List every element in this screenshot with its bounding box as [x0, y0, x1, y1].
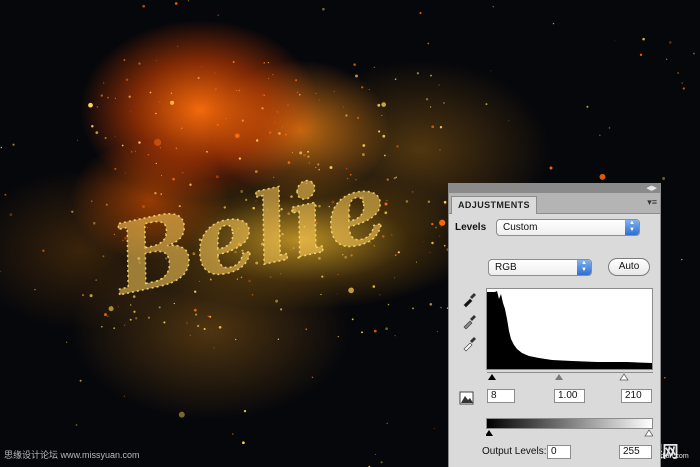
tab-adjustments[interactable]: ADJUSTMENTS: [451, 196, 537, 214]
panel-menu-icon[interactable]: ▾≡: [647, 197, 657, 207]
white-output-handle[interactable]: [644, 429, 653, 437]
input-levels-slider[interactable]: [487, 372, 653, 382]
levels-label: Levels: [455, 222, 487, 233]
collapse-icon[interactable]: ◀▶: [646, 185, 657, 192]
channel-select[interactable]: RGB ▲ ▼: [488, 259, 592, 276]
output-white-field[interactable]: 255: [619, 445, 652, 459]
input-white-field[interactable]: 210: [621, 389, 652, 403]
output-levels-slider[interactable]: [486, 429, 653, 438]
black-point-eyedropper-icon[interactable]: [461, 292, 477, 308]
input-gamma-field[interactable]: 1.00: [554, 389, 585, 403]
adjustments-panel: ◀▶ ADJUSTMENTS ▾≡ Levels Custom ▲ ▼ RGB ▲…: [448, 183, 661, 467]
select-arrows-icon: ▲ ▼: [625, 220, 639, 235]
output-black-field[interactable]: 0: [547, 445, 571, 459]
white-input-handle[interactable]: [619, 373, 629, 381]
preset-select-value: Custom: [503, 222, 538, 233]
preset-select[interactable]: Custom ▲ ▼: [496, 219, 640, 236]
select-arrows-icon: ▲ ▼: [577, 260, 591, 275]
panel-title-strip[interactable]: ◀▶: [449, 184, 660, 193]
input-black-field[interactable]: 8: [487, 389, 515, 403]
histogram: [486, 288, 653, 370]
panel-tabbar: ADJUSTMENTS ▾≡: [449, 193, 660, 214]
gray-point-eyedropper-icon[interactable]: [461, 314, 477, 330]
black-output-handle[interactable]: [486, 430, 493, 436]
clip-layer-icon[interactable]: [459, 390, 475, 406]
histogram-graph: [487, 291, 652, 369]
white-point-eyedropper-icon[interactable]: [461, 336, 477, 352]
auto-button[interactable]: Auto: [608, 258, 650, 276]
output-levels-label: Output Levels:: [482, 446, 547, 457]
channel-select-value: RGB: [495, 262, 517, 273]
watermark-left: 思缘设计论坛 www.missyuan.com: [4, 450, 140, 460]
gamma-input-handle[interactable]: [555, 374, 563, 380]
black-input-handle[interactable]: [488, 374, 496, 380]
output-gradient-bar: [486, 418, 653, 429]
